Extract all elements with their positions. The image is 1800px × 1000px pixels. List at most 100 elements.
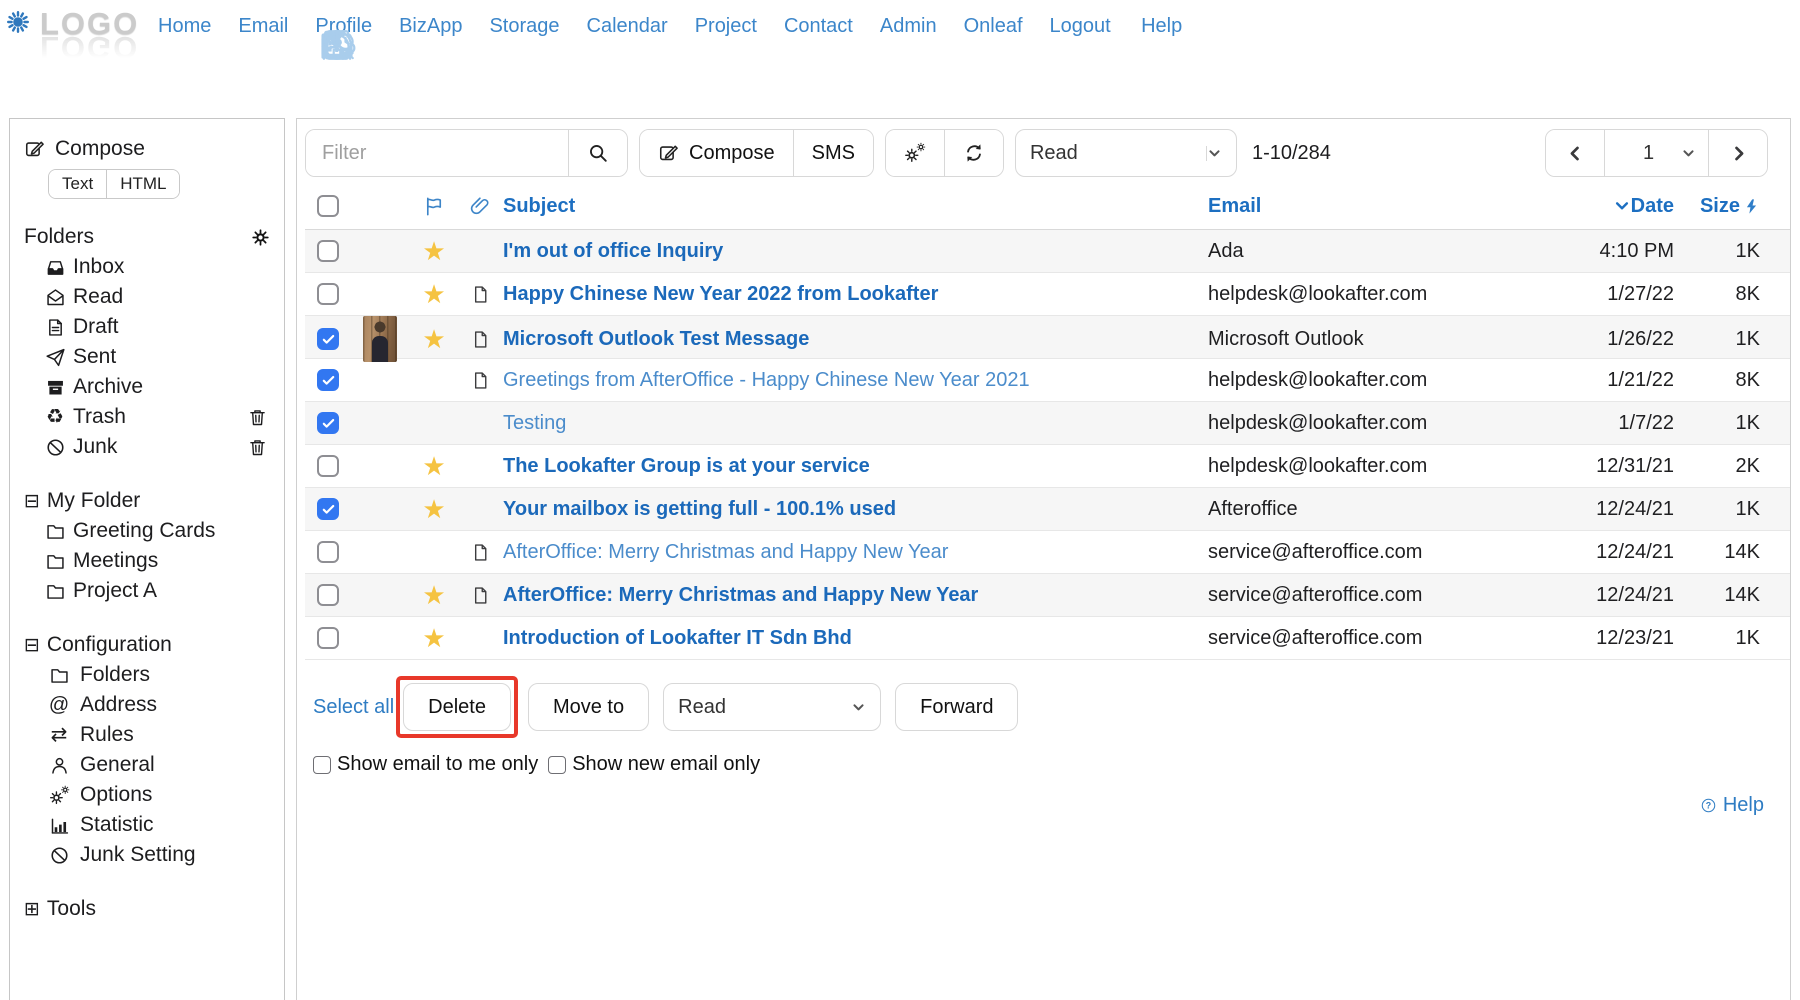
sidebar-compose-link[interactable]: Compose [24,133,284,165]
config-folders[interactable]: Folders [24,660,284,690]
nav-item-onleaf[interactable]: Onleaf [964,12,1023,38]
myfolder-greeting-cards[interactable]: Greeting Cards [24,516,284,546]
subject-cell: The Lookafter Group is at your service [503,455,1208,478]
email-subject-link[interactable]: AfterOffice: Merry Christmas and Happy N… [503,584,978,606]
star-icon[interactable]: ★ [422,625,445,651]
folder-settings-gear-icon[interactable] [251,228,270,247]
folder-icon [45,581,66,602]
sender-avatar-photo[interactable] [363,316,397,362]
paperclip-icon[interactable] [469,195,492,218]
plus-box-icon[interactable]: ⊞ [24,900,40,919]
sms-button[interactable]: SMS [792,130,873,176]
email-subject-link[interactable]: Microsoft Outlook Test Message [503,328,809,350]
star-icon[interactable]: ★ [422,582,445,608]
email-subject-link[interactable]: Testing [503,412,566,434]
size-column-header[interactable]: Size [1700,195,1760,218]
help-label: Help [1722,794,1764,816]
myfolder-project-a[interactable]: Project A [24,576,284,606]
row-checkbox[interactable] [317,498,339,520]
email-subject-link[interactable]: Introduction of Lookafter IT Sdn Bhd [503,627,852,649]
row-checkbox[interactable] [317,328,339,350]
email-subject-link[interactable]: The Lookafter Group is at your service [503,455,870,477]
configuration-heading[interactable]: ⊟ Configuration [24,630,284,660]
nav-item-email[interactable]: Email [238,12,288,38]
read-filter-select[interactable]: Read [1014,129,1237,177]
select-all-link[interactable]: Select all [313,696,394,719]
row-checkbox[interactable] [317,455,339,477]
page-select[interactable]: 1 [1604,130,1708,176]
star-icon[interactable]: ★ [422,496,445,522]
next-page-button[interactable] [1708,130,1767,176]
move-to-button[interactable]: Move to [527,683,650,731]
my-folder-heading[interactable]: ⊟ My Folder [24,486,284,516]
tools-heading[interactable]: ⊞ Tools [24,894,284,924]
folder-archive[interactable]: Archive [24,372,284,402]
star-icon[interactable]: ★ [422,281,445,307]
prev-page-button[interactable] [1546,130,1604,176]
filter-input[interactable] [306,130,568,176]
attachment-icon [470,284,491,305]
nav-item-project[interactable]: Project [695,12,757,38]
show-new-checkbox[interactable] [548,755,567,774]
row-checkbox[interactable] [317,240,339,262]
show-to-me-checkbox[interactable] [313,755,331,774]
compose-html-button[interactable]: HTML [106,170,180,198]
folder-sent[interactable]: Sent [24,342,284,372]
empty-trash-trashcan-icon[interactable] [247,407,268,428]
nav-item-home[interactable]: Home [158,12,211,38]
select-all-checkbox[interactable] [317,195,339,217]
folder-draft[interactable]: Draft [24,312,284,342]
config-rules[interactable]: ⇄ Rules [24,720,284,750]
row-checkbox[interactable] [317,541,339,563]
help-link[interactable]: Help [1699,794,1764,817]
config-general[interactable]: General [24,750,284,780]
flag-icon[interactable] [423,195,446,218]
row-checkbox[interactable] [317,584,339,606]
delete-button[interactable]: Delete [403,683,511,731]
star-icon[interactable]: ★ [422,453,445,479]
email-subject-link[interactable]: AfterOffice: Merry Christmas and Happy N… [503,541,948,563]
config-junk-setting[interactable]: Junk Setting [24,840,284,870]
folder-junk[interactable]: Junk [24,432,284,462]
nav-item-logout[interactable]: Logout [1050,12,1111,38]
email-subject-link[interactable]: I'm out of office Inquiry [503,240,723,262]
email-subject-link[interactable]: Happy Chinese New Year 2022 from Lookaft… [503,283,938,305]
minus-box-icon[interactable]: ⊟ [24,492,40,511]
myfolder-meetings[interactable]: Meetings [24,546,284,576]
subject-column-header[interactable]: Subject [503,195,1208,218]
email-subject-link[interactable]: Greetings from AfterOffice - Happy Chine… [503,369,1030,391]
email-subject-link[interactable]: Your mailbox is getting full - 100.1% us… [503,498,896,520]
date-column-header[interactable]: Date [1613,195,1674,218]
folder-inbox[interactable]: Inbox [24,252,284,282]
config-address[interactable]: @ Address [24,690,284,720]
nav-item-contact[interactable]: Contact [784,12,853,38]
row-checkbox[interactable] [317,627,339,649]
refresh-button[interactable] [943,130,1003,176]
empty-junk-trashcan-icon[interactable] [247,437,268,458]
folder-read[interactable]: Read [24,282,284,312]
compose-button[interactable]: Compose [640,130,793,176]
star-icon[interactable]: ★ [422,238,445,264]
subject-cell: Your mailbox is getting full - 100.1% us… [503,498,1208,521]
nav-item-storage[interactable]: Storage [489,12,560,38]
row-checkbox[interactable] [317,369,339,391]
config-options[interactable]: Options [24,780,284,810]
row-checkbox[interactable] [317,412,339,434]
search-button[interactable] [568,130,627,176]
config-statistic[interactable]: Statistic [24,810,284,840]
minus-box-icon[interactable]: ⊟ [24,636,40,655]
settings-button[interactable] [885,130,944,176]
compose-text-button[interactable]: Text [49,170,107,198]
nav-item-help[interactable]: Help [1138,12,1186,38]
nav-item-bizapp[interactable]: BizApp [399,12,462,38]
nav-item-admin[interactable]: Admin [880,12,937,38]
folder-trash[interactable]: ♻ Trash [24,402,284,432]
forward-button[interactable]: Forward [895,683,1019,731]
row-checkbox[interactable] [317,283,339,305]
config-rules-label: Rules [80,723,134,746]
mark-as-select[interactable]: Read [663,683,882,731]
nav-item-calendar[interactable]: Calendar [587,12,668,38]
star-icon[interactable]: ★ [422,326,445,352]
block-icon [49,845,70,866]
email-column-header[interactable]: Email [1208,195,1556,218]
